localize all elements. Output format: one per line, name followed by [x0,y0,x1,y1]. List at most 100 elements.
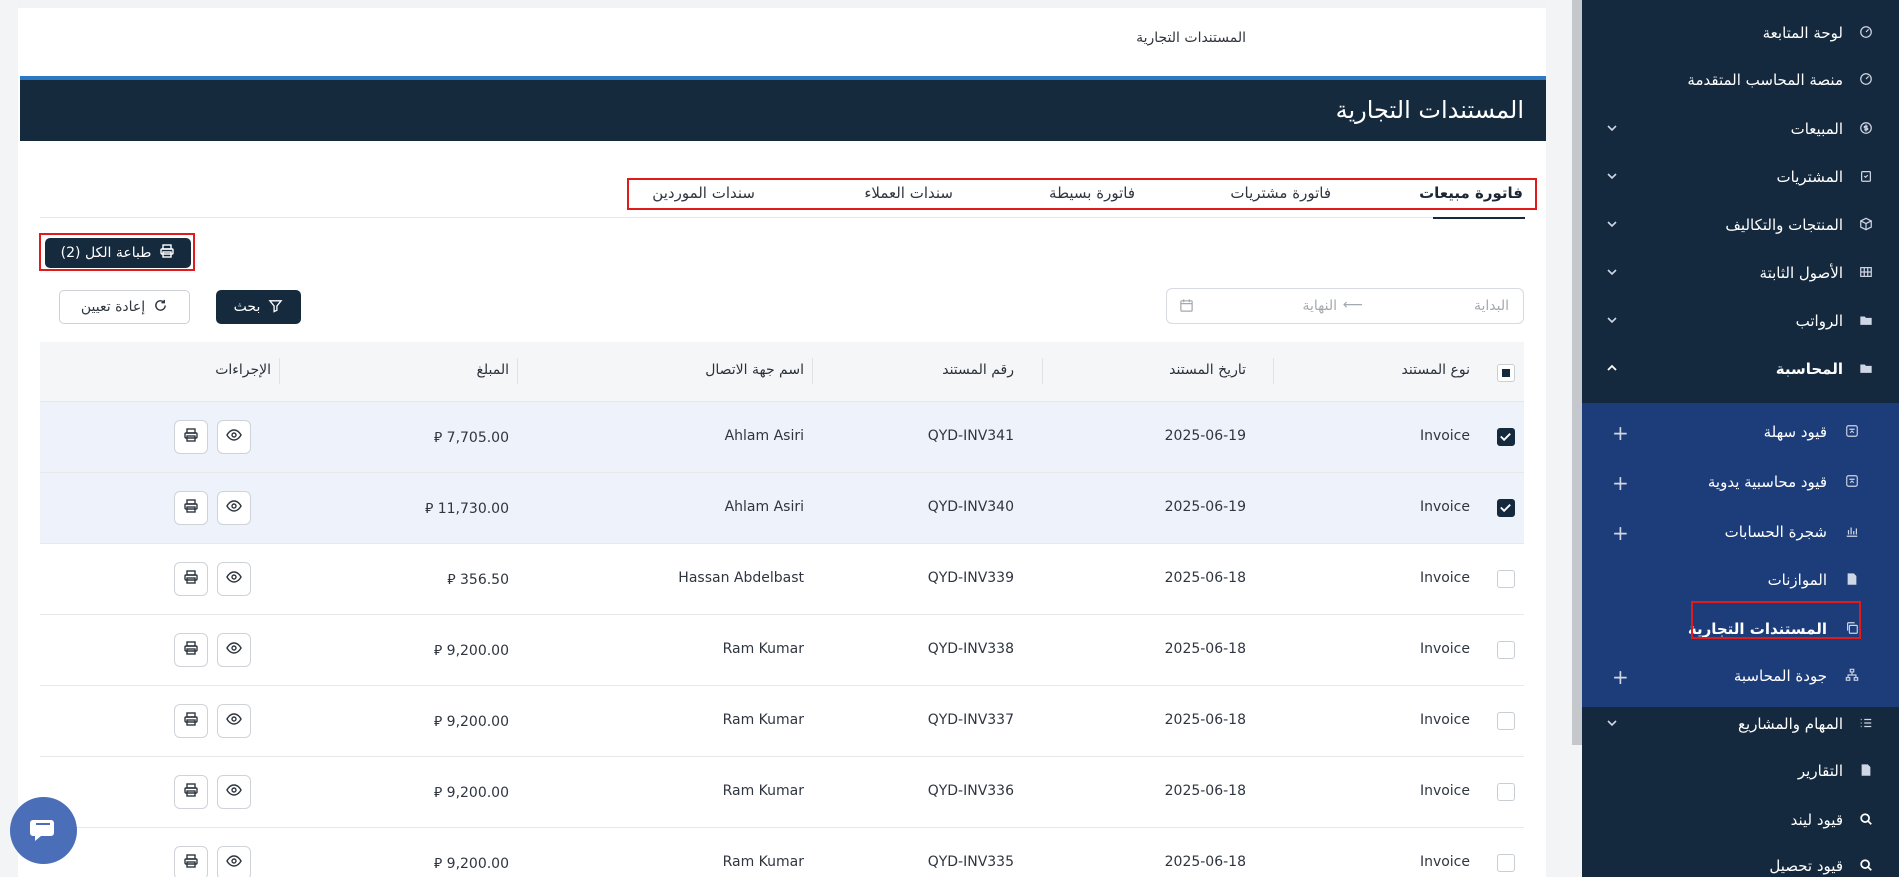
sidebar-item[interactable]: لوحة المتابعة [1582,10,1899,58]
reset-button[interactable]: إعادة تعيين [59,290,190,324]
currency-icon: ⃁ [433,430,443,446]
submenu-item[interactable]: قيود محاسبية يدوية + [1582,459,1899,507]
sidebar-item[interactable]: المشتريات [1582,154,1899,202]
sidebar-item[interactable]: المبيعات [1582,106,1899,154]
row-checkbox[interactable] [1497,641,1515,659]
table-row[interactable]: Invoice 2025-06-18 QYD-INV337 Ram Kumar ⃁ 9,… [40,686,1524,757]
print-button[interactable] [174,562,208,596]
row-checkbox[interactable] [1497,499,1515,517]
date-end-input[interactable]: النهاية [1302,298,1337,314]
cell-doc-date: 2025-06-19 [1164,428,1246,444]
submenu-item[interactable]: الموازنات [1582,557,1899,605]
date-range-picker[interactable]: البداية ⟵ النهاية [1166,288,1524,324]
sidebar-item-label: لوحة المتابعة [1762,24,1843,42]
search-label: بحث [233,299,261,315]
table-row[interactable]: Invoice 2025-06-19 QYD-INV340 Ahlam Asiri ⃁ … [40,473,1524,544]
view-button[interactable] [217,633,251,667]
chevron-down-icon[interactable] [1606,266,1618,282]
table-row[interactable]: Invoice 2025-06-18 QYD-INV339 Hassan Abdelb… [40,544,1524,615]
col-amount: المبلغ [476,362,509,378]
row-checkbox[interactable] [1497,854,1515,872]
cell-amount: ⃁ 11,730.00 [424,501,509,517]
view-button[interactable] [217,420,251,454]
chevron-up-icon[interactable] [1606,362,1618,378]
col-separator [812,358,813,384]
submenu-item[interactable]: جودة المحاسبة + [1582,653,1899,701]
dollar-icon [1859,121,1873,139]
print-all-button[interactable]: طباعة الكل (2) [45,238,191,268]
view-button[interactable] [217,704,251,738]
print-button[interactable] [174,704,208,738]
active-menu-highlight [1691,601,1861,639]
select-all-checkbox[interactable] [1497,364,1515,382]
sidebar-item[interactable]: المهام والمشاريع [1582,701,1899,749]
search-button[interactable]: بحث [216,290,301,324]
cell-doc-type: Invoice [1419,854,1470,870]
submenu-item[interactable]: قيود سهلة + [1582,409,1899,457]
eye-icon [226,853,242,873]
document-icon [1845,572,1859,590]
view-button[interactable] [217,491,251,525]
row-checkbox[interactable] [1497,570,1515,588]
submenu-item[interactable]: شجرة الحسابات + [1582,509,1899,557]
plus-icon[interactable]: + [1612,473,1629,493]
table-row[interactable]: Invoice 2025-06-18 QYD-INV338 Ram Kumar ⃁ 9,… [40,615,1524,686]
plus-icon[interactable]: + [1612,667,1629,687]
cell-amount: ⃁ 9,200.00 [433,785,509,801]
view-button[interactable] [217,846,251,877]
cell-doc-type: Invoice [1419,783,1470,799]
app-root: المستندات التجارية المستندات التجارية فا… [0,0,1899,877]
chevron-down-icon[interactable] [1606,314,1618,330]
tab-customer-vouchers[interactable]: سندات العملاء [864,184,953,202]
calendar-icon [1179,298,1194,317]
sidebar-item[interactable]: قيود ليند [1582,797,1899,845]
sidebar-item[interactable]: المحاسبة [1582,346,1899,394]
plus-icon[interactable]: + [1612,423,1629,443]
print-button[interactable] [174,775,208,809]
tab-purchase-invoice[interactable]: فاتورة مشتريات [1230,184,1331,202]
row-checkbox[interactable] [1497,783,1515,801]
chevron-down-icon[interactable] [1606,170,1618,186]
sidebar-item[interactable]: الرواتب [1582,298,1899,346]
sidebar-item[interactable]: المنتجات والتكاليف [1582,202,1899,250]
printer-icon [183,569,199,589]
table-row[interactable]: Invoice 2025-06-18 QYD-INV335 Ram Kumar ⃁ 9,… [40,828,1524,877]
cell-amount: ⃁ 7,705.00 [433,430,509,446]
view-button[interactable] [217,775,251,809]
cell-doc-number: QYD-INV335 [927,854,1014,870]
print-button[interactable] [174,633,208,667]
tab-sales-invoice[interactable]: فاتورة مبيعات [1419,184,1523,202]
chat-widget-button[interactable] [10,797,77,864]
col-separator [517,358,518,384]
sidebar-item-label: قيود تحصيل [1769,857,1843,875]
table-row[interactable]: Invoice 2025-06-19 QYD-INV341 Ahlam Asiri ⃁ … [40,402,1524,473]
main-scrollbar[interactable] [1572,0,1582,745]
chevron-down-icon[interactable] [1606,218,1618,234]
plus-icon[interactable]: + [1612,523,1629,543]
date-start-input[interactable]: البداية [1474,298,1509,314]
printer-icon [183,711,199,731]
chevron-down-icon[interactable] [1606,122,1618,138]
print-button[interactable] [174,846,208,877]
sidebar-item-label: المحاسبة [1775,360,1843,378]
currency-icon: ⃁ [433,785,443,801]
cell-doc-date: 2025-06-18 [1164,712,1246,728]
cell-amount: ⃁ 9,200.00 [433,643,509,659]
sidebar-item[interactable]: التقارير [1582,748,1899,796]
tab-simple-invoice[interactable]: فاتورة بسيطة [1049,184,1135,202]
row-checkbox[interactable] [1497,712,1515,730]
view-button[interactable] [217,562,251,596]
print-button[interactable] [174,491,208,525]
sidebar-item[interactable]: قيود تحصيل [1582,843,1899,877]
chevron-down-icon[interactable] [1606,717,1618,733]
table-row[interactable]: Invoice 2025-06-18 QYD-INV336 Ram Kumar ⃁ 9,… [40,757,1524,828]
sidebar-item[interactable]: الأصول الثابتة [1582,250,1899,298]
cell-doc-number: QYD-INV339 [927,570,1014,586]
row-checkbox[interactable] [1497,428,1515,446]
currency-icon: ⃁ [424,501,434,517]
sidebar-item-label: المبيعات [1790,120,1843,138]
sidebar-item[interactable]: منصة المحاسب المتقدمة [1582,57,1899,105]
col-doc-type: نوع المستند [1401,362,1470,378]
tab-supplier-vouchers[interactable]: سندات الموردين [652,184,755,202]
print-button[interactable] [174,420,208,454]
